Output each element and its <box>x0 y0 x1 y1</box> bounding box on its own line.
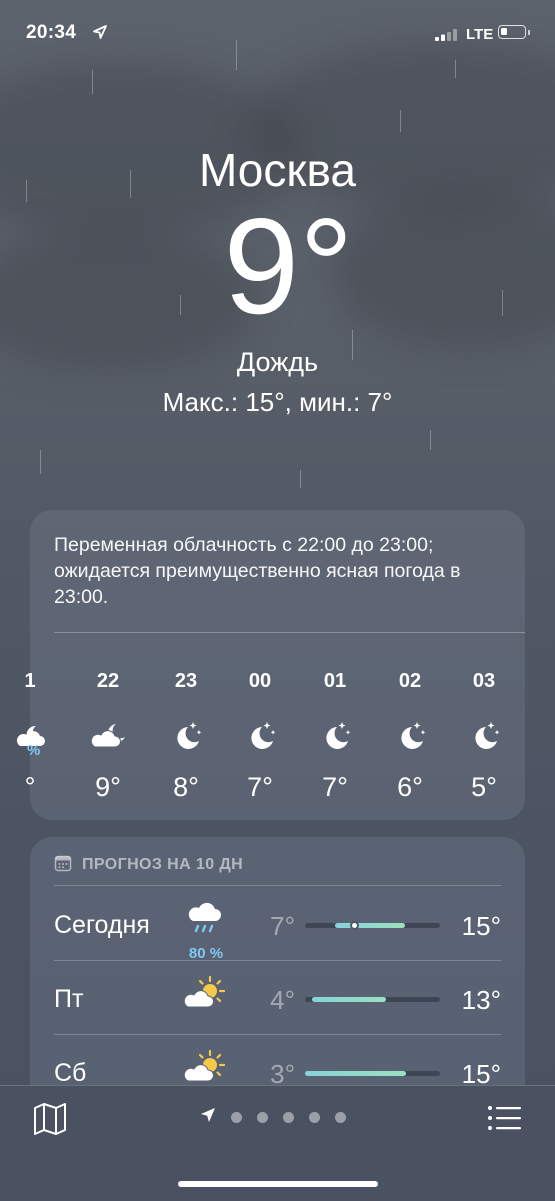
home-indicator[interactable] <box>178 1181 378 1187</box>
city-name: Москва <box>198 144 357 196</box>
map-button[interactable] <box>32 1102 68 1141</box>
page-dot[interactable] <box>283 1112 294 1123</box>
hour-item-03: 03 5° <box>454 670 514 803</box>
calendar-icon <box>54 854 82 877</box>
sun-cloud-icon <box>180 1047 230 1087</box>
battery-tip <box>528 30 530 35</box>
temperature-range-fill <box>334 923 405 928</box>
moon-stars-icon <box>156 708 216 764</box>
page-dot[interactable] <box>309 1112 320 1123</box>
day-name: Сб <box>54 1059 87 1087</box>
ten-day-header: ПРОГНОЗ НА 10 ДН <box>54 855 243 875</box>
sun-cloud-icon <box>180 973 230 1023</box>
daily-row[interactable]: Сб 3° 15° <box>30 1035 525 1087</box>
current-location-icon <box>200 1107 216 1128</box>
precip-chance: % <box>27 742 41 759</box>
hour-temp: 7° <box>322 772 348 802</box>
card-divider <box>54 632 525 633</box>
hour-time: 00 <box>248 670 272 692</box>
hour-time: 03 <box>472 670 496 692</box>
temperature-range-fill <box>311 997 386 1002</box>
temperature-range-fill <box>305 1071 407 1076</box>
map-icon <box>34 1103 66 1135</box>
high-temp: 13° <box>461 985 501 1015</box>
weather-condition: Дождь <box>236 347 319 377</box>
status-time: 20:34 <box>26 22 77 43</box>
hour-time: 22 <box>96 670 120 692</box>
ten-day-forecast-card[interactable]: ПРОГНОЗ НА 10 ДН Сегодня 80 % 7° 15° Пт 4° 13°… <box>30 837 525 1087</box>
hour-time: 01 <box>323 670 347 692</box>
temperature-range-bar <box>305 997 440 1002</box>
hour-time: 1 <box>24 670 36 692</box>
current-temperature: 9° <box>223 190 354 342</box>
location-arrow-icon <box>92 24 108 45</box>
hour-item-01: 01 7° <box>305 670 365 803</box>
hour-temp: 9° <box>95 772 121 802</box>
forecast-summary: Переменная облачность с 22:00 до 23:00; … <box>54 534 461 608</box>
hourly-forecast-card[interactable]: Переменная облачность с 22:00 до 23:00; … <box>16 510 525 820</box>
page-indicator[interactable] <box>200 1107 346 1128</box>
moon-stars-icon <box>305 708 365 764</box>
hour-temp: 6° <box>397 772 423 802</box>
hour-temp: ° <box>24 772 36 802</box>
city-list-button[interactable] <box>487 1104 521 1137</box>
battery-icon <box>498 25 526 39</box>
status-bar: 20:34 LTE <box>0 20 555 50</box>
high-low-temperature: Макс.: 15°, мин.: 7° <box>162 387 393 417</box>
cloud-rain-icon <box>180 899 230 949</box>
hour-temp: 8° <box>173 772 199 802</box>
hour-time: 23 <box>174 670 198 692</box>
page-dot[interactable] <box>231 1112 242 1123</box>
day-name: Сегодня <box>54 911 150 939</box>
page-dot[interactable] <box>257 1112 268 1123</box>
hour-item-02: 02 6° <box>380 670 440 803</box>
hour-item-23: 23 8° <box>156 670 216 803</box>
low-temp: 3° <box>270 1059 295 1087</box>
list-icon <box>488 1106 521 1130</box>
hour-time: 02 <box>398 670 422 692</box>
row-divider <box>54 885 501 886</box>
ten-day-title: ПРОГНОЗ НА 10 ДН <box>82 856 244 873</box>
hour-temp: 5° <box>471 772 497 802</box>
low-temp: 7° <box>270 911 295 941</box>
temperature-range-bar <box>305 1071 440 1076</box>
moon-stars-icon <box>230 708 290 764</box>
daily-row[interactable]: Сегодня 80 % 7° 15° <box>30 887 525 962</box>
moon-stars-icon <box>454 708 514 764</box>
daily-row[interactable]: Пт 4° 13° <box>30 961 525 1035</box>
hour-item-partial: 1 ° <box>0 670 60 803</box>
network-type: LTE <box>466 26 494 43</box>
high-temp: 15° <box>461 911 501 941</box>
cellular-signal-icon <box>435 28 461 46</box>
bottom-toolbar <box>0 1085 555 1201</box>
hour-item-00: 00 7° <box>230 670 290 803</box>
cloud-moon-icon <box>78 708 138 764</box>
hour-temp: 7° <box>247 772 273 802</box>
current-temp-marker <box>349 921 359 930</box>
temperature-range-bar <box>305 921 440 930</box>
page-dot[interactable] <box>335 1112 346 1123</box>
moon-stars-icon <box>380 708 440 764</box>
hour-item-22: 22 9° <box>78 670 138 803</box>
day-name: Пт <box>54 985 84 1013</box>
low-temp: 4° <box>270 985 295 1015</box>
high-temp: 15° <box>461 1059 501 1087</box>
